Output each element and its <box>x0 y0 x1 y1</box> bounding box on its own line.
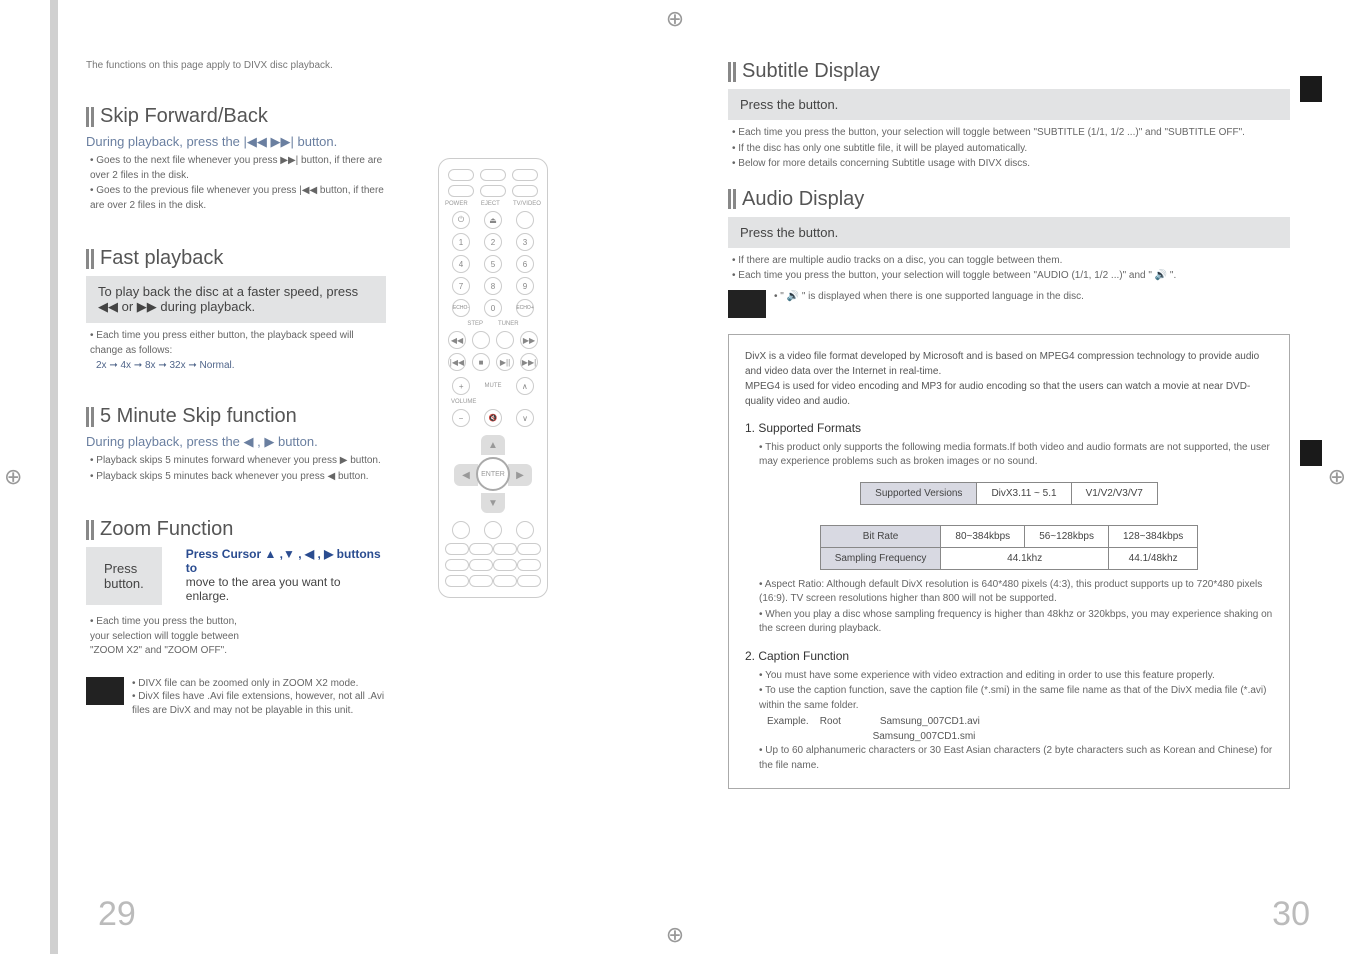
subtitle-b3: Below for more details concerning Subtit… <box>732 157 1290 172</box>
intro-text: The functions on this page apply to DIVX… <box>86 60 648 71</box>
sf1-b: This product only supports the following… <box>759 441 1273 470</box>
audio-b2: Each time you press the button, your sel… <box>732 269 1290 284</box>
zoom-b1: Each time you press the button, your sel… <box>90 615 250 659</box>
crop-mark-left: ⊕ <box>4 464 22 490</box>
cf2: To use the caption function, save the ca… <box>759 684 1273 713</box>
cf4: Samsung_007CD1.smi <box>767 729 1273 744</box>
tab-indicator-top <box>1300 76 1322 102</box>
fast-speeds: 2x ➞ 4x ➞ 8x ➞ 32x ➞ Normal. <box>96 360 386 371</box>
audio-note-icon <box>728 290 766 318</box>
audio-bar: Press the button. <box>728 217 1290 248</box>
left-page: The functions on this page apply to DIVX… <box>50 0 688 954</box>
fivemin-b2: Playback skips 5 minutes back whenever y… <box>90 470 386 485</box>
skip-title: Skip Forward/Back <box>100 105 268 128</box>
zoom-cursor-text: Press Cursor ▲ ,▼ , ◀ , ▶ buttons to mov… <box>186 547 386 603</box>
audio-b1: If there are multiple audio tracks on a … <box>732 254 1290 269</box>
sf2-head: 2. Caption Function <box>745 647 1273 665</box>
note-icon <box>86 677 124 705</box>
zoom-title: Zoom Function <box>100 518 233 541</box>
audio-title: Audio Display <box>742 188 864 211</box>
skip-b2: Goes to the previous file whenever you p… <box>90 184 386 213</box>
audio-note: " 🔊 " is displayed when there is one sup… <box>780 291 1084 302</box>
zoom-cursor1: Press Cursor ▲ ,▼ , ◀ , ▶ buttons to <box>186 547 381 575</box>
subtitle-title: Subtitle Display <box>742 60 880 83</box>
zoom-press: Press <box>104 561 137 576</box>
bitrate-table: Bit Rate 80~384kbps 56~128kbps 128~384kb… <box>820 519 1199 570</box>
subtitle-b1: Each time you press the button, your sel… <box>732 126 1290 141</box>
info-box: DivX is a video file format developed by… <box>728 334 1290 790</box>
subtitle-b2: If the disc has only one subtitle file, … <box>732 142 1290 157</box>
note2: • DivX files have .Avi file extensions, … <box>132 690 386 717</box>
asp2: When you play a disc whose sampling freq… <box>759 608 1273 637</box>
skip-b1: Goes to the next file whenever you press… <box>90 154 386 183</box>
fast-subhead: To play back the disc at a faster speed,… <box>86 276 386 323</box>
fast-b1: Each time you press either button, the p… <box>90 329 386 358</box>
fivemin-title: 5 Minute Skip function <box>100 405 297 428</box>
remote-diagram: POWEREJECTTV/VIDEO ⏻⏏ 123 456 789 ECHO-0… <box>438 158 548 598</box>
zoom-cursor2: move to the area you want to enlarge. <box>186 575 341 603</box>
page-number-left: 29 <box>98 895 136 934</box>
skip-subhead: During playback, press the |◀◀ ▶▶| butto… <box>86 134 386 150</box>
skip-heading: Skip Forward/Back <box>86 105 386 128</box>
fivemin-b1: Playback skips 5 minutes forward wheneve… <box>90 454 386 469</box>
zoom-heading: Zoom Function <box>86 518 386 541</box>
cf3: Example. Root Samsung_007CD1.avi <box>767 714 1273 729</box>
note1: • DIVX file can be zoomed only in ZOOM X… <box>132 677 386 691</box>
box-p1: DivX is a video file format developed by… <box>745 349 1273 379</box>
fast-heading: Fast playback <box>86 247 386 270</box>
audio-heading: Audio Display <box>728 188 1290 211</box>
fast-title: Fast playback <box>100 247 223 270</box>
asp1: Aspect Ratio: Although default DivX reso… <box>759 578 1273 607</box>
cf1: You must have some experience with video… <box>759 669 1273 684</box>
subtitle-bar: Press the button. <box>728 89 1290 120</box>
box-p2: MPEG4 is used for video encoding and MP3… <box>745 379 1273 409</box>
zoom-button: button. <box>104 576 144 591</box>
right-page: Subtitle Display Press the button. Each … <box>688 0 1350 954</box>
fivemin-heading: 5 Minute Skip function <box>86 405 386 428</box>
supported-versions-table: Supported Versions DivX3.11 ~ 5.1 V1/V2/… <box>860 476 1158 505</box>
page-number-right: 30 <box>1272 895 1310 934</box>
cf5: Up to 60 alphanumeric characters or 30 E… <box>759 744 1273 773</box>
zoom-press-box: Press button. <box>86 547 162 605</box>
fivemin-subhead: During playback, press the ◀ , ▶ button. <box>86 434 386 450</box>
tab-indicator-mid <box>1300 440 1322 466</box>
subtitle-heading: Subtitle Display <box>728 60 1290 83</box>
sf1-head: 1. Supported Formats <box>745 419 1273 437</box>
